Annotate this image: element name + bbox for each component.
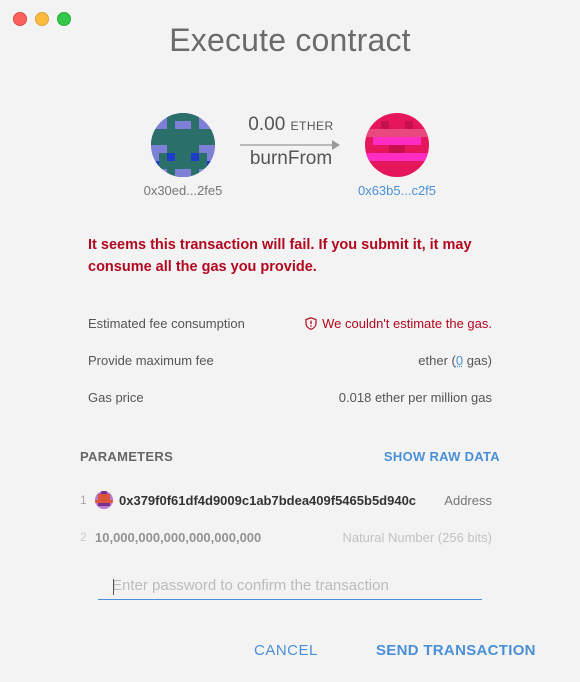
parameter-index: 2 [80,530,87,544]
text-caret [113,579,114,595]
to-identicon[interactable] [365,113,429,177]
max-fee-prefix: ether ( [418,353,456,368]
send-transaction-button[interactable]: SEND TRANSACTION [376,642,536,659]
shield-alert-icon [305,317,317,330]
parameter-type: Natural Number (256 bits) [342,530,492,545]
parameter-index: 1 [80,493,87,507]
gas-price-value: 0.018 ether per million gas [338,390,492,405]
max-fee-label: Provide maximum fee [88,353,214,368]
amount-value: 0.00 [248,114,286,135]
parameters-heading: PARAMETERS [80,449,174,464]
to-address-link[interactable]: 0x63b5...c2f5 [327,183,467,198]
estimated-fee-error: We couldn't estimate the gas. [305,316,492,331]
password-input[interactable] [98,572,482,600]
transaction-fail-warning: It seems this transaction will fail. If … [88,237,472,275]
max-fee-suffix: gas) [463,353,492,368]
address-identicon [95,491,113,509]
cancel-button[interactable]: CANCEL [254,642,318,659]
max-fee-value: ether (0 gas) [418,353,492,368]
execute-contract-window: Execute contract 0x30ed...2fe5 0.00 ETHE… [0,0,580,682]
parameter-type: Address [444,493,492,508]
parameter-value: 10,000,000,000,000,000,000 [95,530,262,545]
window-title: Execute contract [169,22,411,58]
amount: 0.00 ETHER [236,114,346,136]
gas-price-label: Gas price [88,390,144,405]
max-gas-input[interactable]: 0 [456,353,463,368]
amount-unit: ETHER [290,119,334,133]
parameter-value: 0x379f0f61df4d9009c1ab7bdea409f5465b5d94… [119,493,417,508]
contract-method: burnFrom [249,148,333,169]
estimated-fee-label: Estimated fee consumption [88,316,245,331]
from-identicon [151,113,215,177]
estimated-fee-value: We couldn't estimate the gas. [322,316,492,331]
from-address: 0x30ed...2fe5 [143,183,223,198]
show-raw-data-button[interactable]: SHOW RAW DATA [384,449,500,464]
